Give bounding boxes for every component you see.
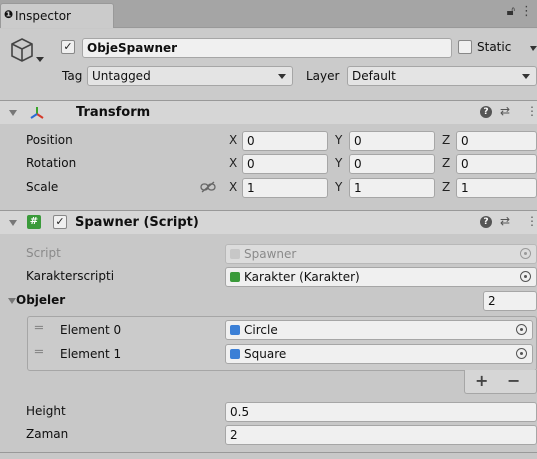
tab-inspector-label: Inspector bbox=[15, 9, 71, 23]
constrain-proportions-icon[interactable] bbox=[200, 181, 216, 193]
script-file-icon bbox=[230, 272, 240, 282]
transform-body: Position X 0 Y 0 Z 0 Rotation X 0 Y 0 Z … bbox=[0, 124, 537, 204]
element-1-field[interactable]: Square bbox=[225, 344, 533, 364]
element-0-field[interactable]: Circle bbox=[225, 320, 533, 340]
element-0-value: Circle bbox=[244, 323, 278, 337]
position-x-input[interactable]: 0 bbox=[242, 131, 328, 151]
element-0-label: Element 0 bbox=[60, 323, 122, 337]
axis-y-label: Y bbox=[335, 180, 343, 194]
fold-arrow-icon[interactable] bbox=[9, 110, 17, 116]
karakter-field[interactable]: Karakter (Karakter) bbox=[225, 267, 537, 287]
menu-icon[interactable]: ⋮ bbox=[520, 4, 533, 19]
preset-settings-icon[interactable]: ⇄ bbox=[500, 214, 510, 228]
transform-title: Transform bbox=[76, 105, 151, 120]
position-label: Position bbox=[26, 133, 73, 147]
remove-element-button[interactable]: − bbox=[507, 371, 520, 390]
layer-label: Layer bbox=[306, 69, 340, 83]
karakter-value: Karakter (Karakter) bbox=[244, 270, 360, 284]
axis-x-label: X bbox=[229, 156, 238, 170]
gameobject-header: ✓ ObjeSpawner Static Tag Untagged Layer … bbox=[0, 29, 537, 100]
axis-z-label: Z bbox=[442, 133, 451, 147]
scale-y-input[interactable]: 1 bbox=[349, 178, 435, 198]
static-dropdown-icon[interactable] bbox=[530, 46, 537, 51]
height-input[interactable]: 0.5 bbox=[225, 402, 537, 422]
tag-dropdown[interactable]: Untagged bbox=[87, 66, 293, 86]
scale-x-input[interactable]: 1 bbox=[242, 178, 328, 198]
script-hash-icon: # bbox=[27, 215, 41, 229]
spawner-title: Spawner (Script) bbox=[75, 215, 199, 230]
object-picker-icon[interactable] bbox=[516, 348, 527, 359]
script-value: Spawner bbox=[244, 247, 297, 261]
active-checkbox[interactable]: ✓ bbox=[61, 40, 75, 54]
drag-handle-icon[interactable]: ═ bbox=[35, 321, 43, 336]
objeler-fold-icon[interactable] bbox=[8, 298, 16, 304]
rotation-y-input[interactable]: 0 bbox=[349, 154, 435, 174]
scale-label: Scale bbox=[26, 180, 59, 194]
object-name-input[interactable]: ObjeSpawner bbox=[82, 38, 452, 58]
axis-y-label: Y bbox=[335, 133, 343, 147]
scale-z-input[interactable]: 1 bbox=[456, 178, 537, 198]
tab-inspector[interactable]: ❶ Inspector bbox=[0, 3, 114, 28]
fold-arrow-icon[interactable] bbox=[9, 220, 17, 226]
tag-label: Tag bbox=[62, 69, 83, 83]
gameobject-cube-icon[interactable] bbox=[8, 36, 36, 64]
zaman-label: Zaman bbox=[26, 427, 69, 441]
rotation-label: Rotation bbox=[26, 156, 77, 170]
karakter-label: Karakterscripti bbox=[26, 269, 115, 283]
objeler-size-input[interactable]: 2 bbox=[483, 291, 537, 311]
axis-x-label: X bbox=[229, 133, 238, 147]
rotation-z-input[interactable]: 0 bbox=[456, 154, 537, 174]
script-field: Spawner bbox=[225, 244, 537, 264]
icon-dropdown-icon[interactable] bbox=[36, 57, 44, 62]
bottom-divider bbox=[0, 452, 537, 453]
element-1-value: Square bbox=[244, 347, 287, 361]
drag-handle-icon[interactable]: ═ bbox=[35, 345, 43, 360]
script-enabled-checkbox[interactable]: ✓ bbox=[53, 215, 67, 229]
zaman-input[interactable]: 2 bbox=[225, 425, 537, 445]
preset-settings-icon[interactable]: ⇄ bbox=[500, 104, 510, 118]
layer-value: Default bbox=[352, 69, 396, 83]
help-icon[interactable]: ? bbox=[480, 106, 492, 118]
axis-z-label: Z bbox=[442, 180, 451, 194]
script-file-icon bbox=[230, 249, 240, 259]
position-z-input[interactable]: 0 bbox=[456, 131, 537, 151]
layer-dropdown[interactable]: Default bbox=[347, 66, 537, 86]
axis-z-label: Z bbox=[442, 156, 451, 170]
chevron-down-icon bbox=[278, 74, 286, 79]
kebab-menu-icon[interactable]: ⋮ bbox=[526, 104, 537, 118]
lock-icon[interactable]: 🔓︎ bbox=[507, 4, 515, 19]
tab-bar: ❶ Inspector 🔓︎ ⋮ bbox=[0, 0, 537, 28]
element-1-label: Element 1 bbox=[60, 347, 122, 361]
axis-y-label: Y bbox=[335, 156, 343, 170]
static-checkbox[interactable] bbox=[458, 40, 472, 54]
chevron-down-icon bbox=[522, 74, 530, 79]
prefab-icon bbox=[230, 325, 240, 335]
script-label: Script bbox=[26, 246, 61, 260]
spawner-header[interactable]: # ✓ Spawner (Script) ? ⇄ ⋮ bbox=[0, 210, 537, 234]
objeler-label[interactable]: Objeler bbox=[16, 293, 65, 307]
object-picker-icon bbox=[520, 248, 531, 259]
prefab-icon bbox=[230, 349, 240, 359]
object-picker-icon[interactable] bbox=[520, 271, 531, 282]
list-add-remove: + − bbox=[464, 370, 537, 394]
axis-x-label: X bbox=[229, 180, 238, 194]
rotation-x-input[interactable]: 0 bbox=[242, 154, 328, 174]
transform-header[interactable]: Transform ? ⇄ ⋮ bbox=[0, 100, 537, 124]
kebab-menu-icon[interactable]: ⋮ bbox=[526, 214, 537, 228]
height-label: Height bbox=[26, 404, 66, 418]
object-picker-icon[interactable] bbox=[516, 324, 527, 335]
add-element-button[interactable]: + bbox=[475, 371, 488, 390]
position-y-input[interactable]: 0 bbox=[349, 131, 435, 151]
static-label: Static bbox=[477, 40, 512, 54]
help-icon[interactable]: ? bbox=[480, 216, 492, 228]
tag-value: Untagged bbox=[92, 69, 151, 83]
transform-icon bbox=[30, 107, 44, 119]
info-icon: ❶ bbox=[4, 8, 14, 21]
